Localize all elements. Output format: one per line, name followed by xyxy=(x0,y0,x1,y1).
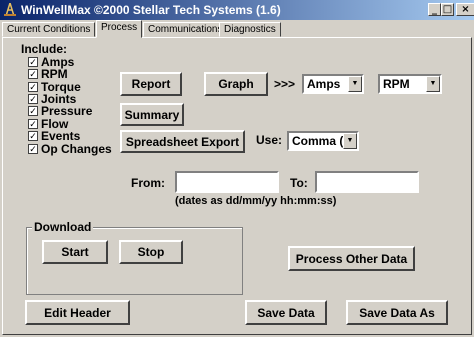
title-bar[interactable]: WinWellMax ©2000 Stellar Tech Systems (1… xyxy=(0,0,474,20)
process-other-data-button[interactable]: Process Other Data xyxy=(288,246,415,271)
dropdown-arrow-icon[interactable]: ▼ xyxy=(426,76,440,92)
checkbox-label: Pressure xyxy=(41,104,93,118)
delimiter-value: Comma (,) xyxy=(292,134,351,148)
tab-process[interactable]: Process xyxy=(96,20,143,38)
window-title: WinWellMax ©2000 Stellar Tech Systems (1… xyxy=(21,3,281,17)
download-group-title: Download xyxy=(32,220,94,234)
checkmark-icon: ✓ xyxy=(28,119,38,129)
dropdown-arrow-icon[interactable]: ▼ xyxy=(343,133,357,149)
checkmark-icon: ✓ xyxy=(28,82,38,92)
close-button[interactable]: × xyxy=(456,3,474,16)
checkbox-label: Events xyxy=(41,129,81,143)
report-button[interactable]: Report xyxy=(120,72,182,96)
tab-current-conditions[interactable]: Current Conditions xyxy=(2,22,96,37)
tab-communications[interactable]: Communications xyxy=(143,22,228,37)
start-button[interactable]: Start xyxy=(42,240,108,264)
checkmark-icon: ✓ xyxy=(28,131,38,141)
graph-first-value: Amps xyxy=(307,77,341,91)
checkmark-icon: ✓ xyxy=(28,106,38,116)
save-data-button[interactable]: Save Data xyxy=(245,300,327,325)
save-data-as-button[interactable]: Save Data As xyxy=(346,300,448,325)
graph-first-select[interactable]: Amps ▼ xyxy=(302,74,364,94)
tab-diagnostics[interactable]: Diagnostics xyxy=(219,22,281,37)
minimize-button[interactable]: _ xyxy=(428,3,441,16)
checkbox-label: RPM xyxy=(41,67,68,81)
delimiter-select[interactable]: Comma (,) ▼ xyxy=(287,131,359,151)
maximize-button[interactable]: □ xyxy=(441,3,454,16)
graph-second-value: RPM xyxy=(383,77,410,91)
spreadsheet-export-button[interactable]: Spreadsheet Export xyxy=(120,130,245,153)
to-label: To: xyxy=(290,176,308,190)
checkmark-icon: ✓ xyxy=(28,144,38,154)
from-label: From: xyxy=(131,176,165,190)
use-label: Use: xyxy=(256,133,283,147)
date-format-hint: (dates as dd/mm/yy hh:mm:ss) xyxy=(175,195,337,207)
dropdown-arrow-icon[interactable]: ▼ xyxy=(348,76,362,92)
checkmark-icon: ✓ xyxy=(28,94,38,104)
graph-arrow-label: >>> xyxy=(274,77,296,91)
graph-second-select[interactable]: RPM ▼ xyxy=(378,74,442,94)
tab-strip: Current Conditions Process Communication… xyxy=(0,20,474,38)
checkmark-icon: ✓ xyxy=(28,69,38,79)
app-icon xyxy=(4,2,16,17)
include-label: Include: xyxy=(21,42,68,56)
checkbox-label: Op Changes xyxy=(41,142,112,156)
summary-button[interactable]: Summary xyxy=(120,103,184,126)
from-date-field[interactable] xyxy=(175,171,279,193)
to-date-field[interactable] xyxy=(315,171,419,193)
edit-header-button[interactable]: Edit Header xyxy=(25,300,130,325)
checkmark-icon: ✓ xyxy=(28,57,38,67)
graph-button[interactable]: Graph xyxy=(204,72,268,96)
stop-button[interactable]: Stop xyxy=(119,240,183,264)
